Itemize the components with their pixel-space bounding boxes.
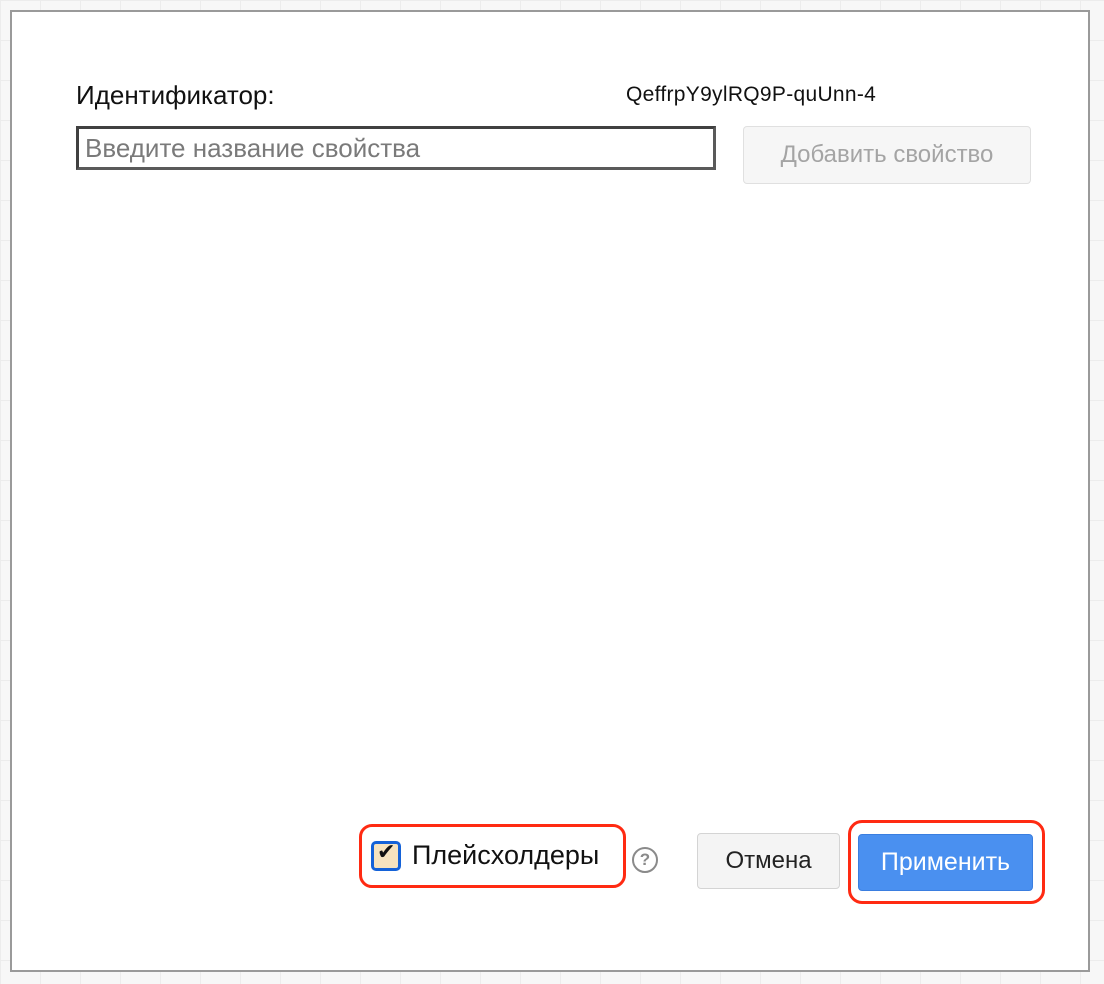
placeholders-option[interactable]: ✔ Плейсхолдеры bbox=[359, 824, 626, 888]
apply-button[interactable]: Применить bbox=[858, 834, 1033, 891]
add-property-button[interactable]: Добавить свойство bbox=[743, 126, 1031, 184]
edit-data-dialog: Идентификатор: QeffrpY9ylRQ9P-quUnn-4 До… bbox=[10, 10, 1090, 972]
apply-button-highlight: Применить bbox=[848, 820, 1045, 904]
id-value: QeffrpY9ylRQ9P-quUnn-4 bbox=[626, 83, 877, 106]
help-icon[interactable]: ? bbox=[632, 847, 658, 873]
placeholders-checkbox[interactable]: ✔ bbox=[371, 840, 401, 871]
cancel-button[interactable]: Отмена bbox=[697, 833, 840, 889]
checkmark-icon: ✔ bbox=[377, 840, 396, 865]
property-name-input[interactable] bbox=[76, 126, 716, 170]
id-label: Идентификатор: bbox=[76, 80, 275, 110]
placeholders-label[interactable]: Плейсхолдеры bbox=[412, 840, 599, 871]
